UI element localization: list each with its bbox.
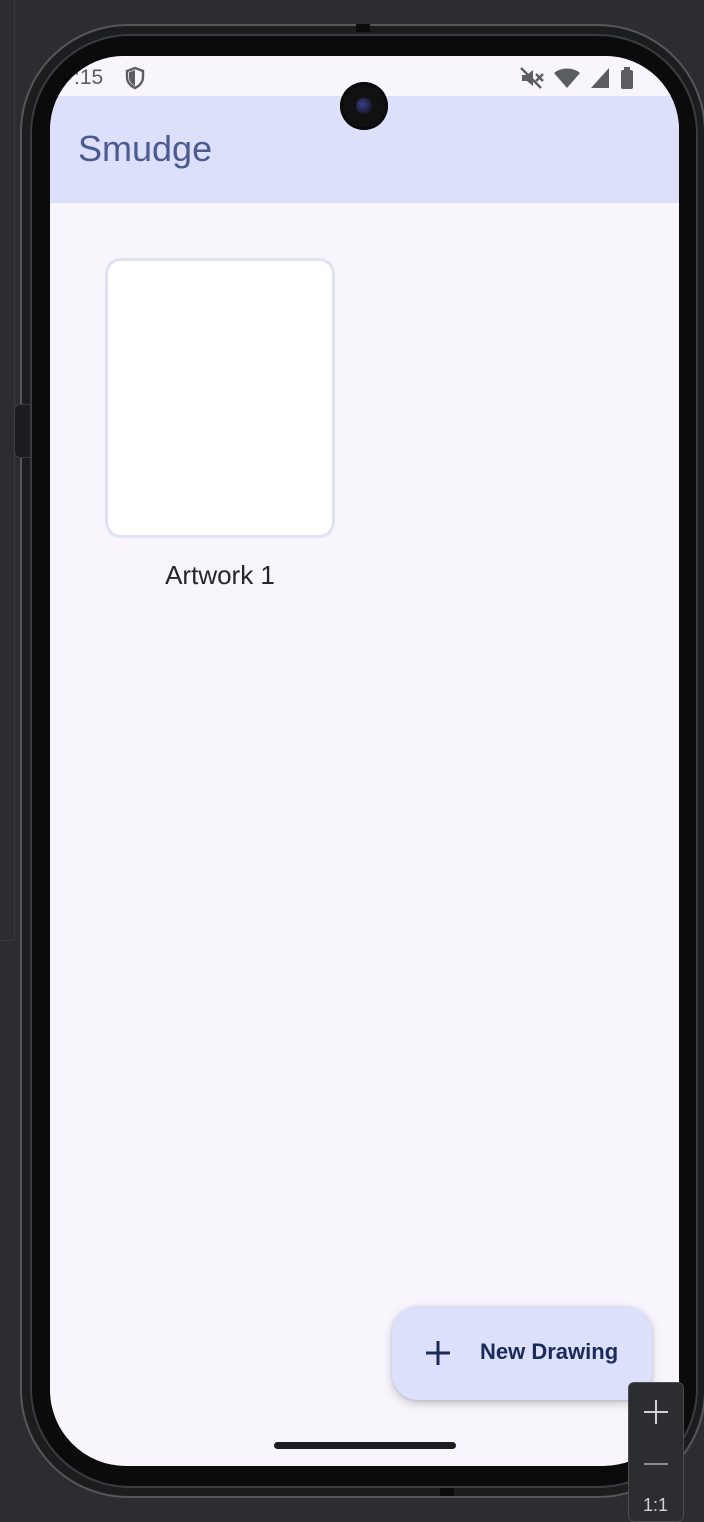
new-drawing-label: New Drawing	[480, 1339, 619, 1364]
status-time: :15	[74, 66, 104, 89]
status-icons	[519, 66, 635, 90]
app-title: Smudge	[78, 128, 213, 169]
artwork-grid: Artwork 1	[50, 203, 679, 1466]
signal-icon	[591, 68, 609, 88]
zoom-in-icon[interactable]	[641, 1397, 671, 1427]
wifi-icon	[554, 68, 580, 88]
shield-icon	[125, 66, 145, 90]
emulator-zoom-controls: 1:1	[628, 1382, 684, 1522]
zoom-reset-button[interactable]: 1:1	[643, 1495, 668, 1516]
emulator-divider	[14, 0, 15, 940]
zoom-out-icon[interactable]	[641, 1449, 671, 1479]
front-camera	[340, 82, 388, 130]
plus-icon	[426, 1341, 450, 1365]
artwork-name: Artwork 1	[165, 560, 275, 590]
phone-bottom-slot	[440, 1488, 454, 1496]
emulator-divider	[0, 940, 14, 941]
gesture-nav-handle[interactable]	[274, 1442, 456, 1449]
new-drawing-button[interactable]: New Drawing	[392, 1306, 652, 1400]
battery-icon	[621, 67, 633, 89]
phone-screen: :15 Smudge Artwork 1 New Drawing	[50, 56, 679, 1466]
phone-top-slot	[356, 24, 370, 32]
artwork-thumbnail[interactable]	[105, 258, 335, 538]
mute-icon	[520, 67, 544, 89]
